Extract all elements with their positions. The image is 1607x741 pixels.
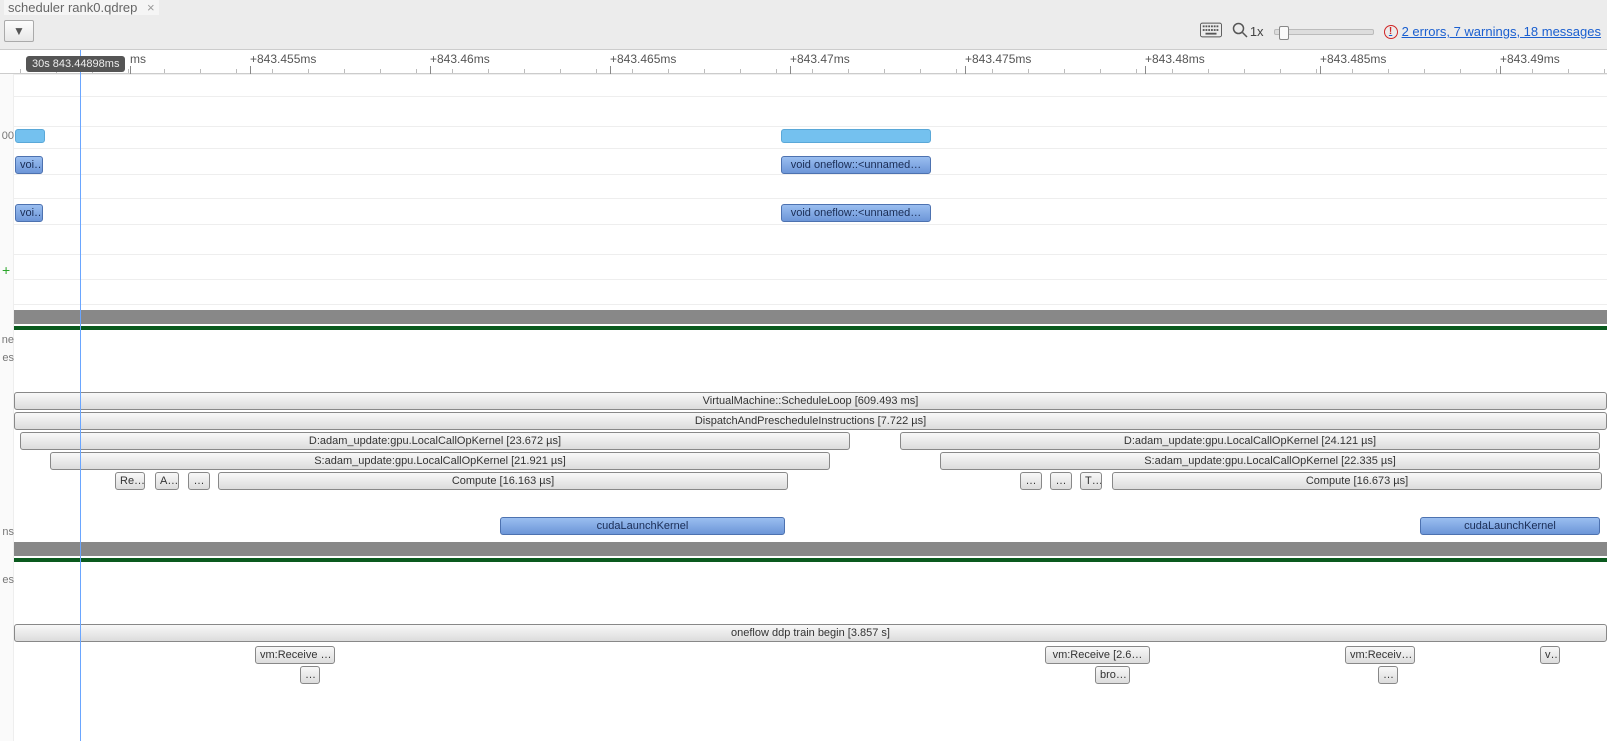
event-block[interactable] <box>781 129 931 143</box>
track-separator <box>14 310 1607 324</box>
event-block[interactable]: … <box>300 666 320 684</box>
zoom-slider-thumb[interactable] <box>1279 26 1289 40</box>
ruler-tick: +843.47ms <box>790 50 850 74</box>
event-block[interactable]: vm:Receive [2.6… <box>1045 646 1150 664</box>
ruler-tick: +843.475ms <box>965 50 1031 74</box>
event-block[interactable]: cudaLaunchKernel <box>1420 517 1600 535</box>
event-block[interactable]: Compute [16.163 µs] <box>218 472 788 490</box>
zoom-level: 1x <box>1250 24 1264 39</box>
error-icon: ! <box>1384 25 1398 39</box>
event-block[interactable]: v… <box>1540 646 1560 664</box>
time-ruler[interactable]: ms +843.455ms +843.46ms +843.465ms +843.47m… <box>0 50 1607 74</box>
event-block[interactable]: D:adam_update:gpu.LocalCallOpKernel [24.… <box>900 432 1600 450</box>
time-cursor-tooltip: 30s 843.44898ms <box>26 56 125 72</box>
event-block[interactable]: VirtualMachine::ScheduleLoop [609.493 ms… <box>14 392 1607 410</box>
event-block[interactable]: bro… <box>1095 666 1130 684</box>
event-block[interactable]: cudaLaunchKernel <box>500 517 785 535</box>
event-block[interactable]: voi… <box>15 204 43 222</box>
event-block[interactable] <box>15 129 45 143</box>
ruler-trailing-label: ms <box>130 50 146 74</box>
track-marker <box>14 326 1607 330</box>
ruler-tick: +843.46ms <box>430 50 490 74</box>
track-marker <box>14 558 1607 562</box>
document-tab[interactable]: scheduler rank0.qdrep × <box>4 0 159 15</box>
toolbar: ▼ 1x ! 2 errors, 7 warnings, 18 messages <box>0 18 1607 50</box>
time-cursor[interactable] <box>80 50 81 741</box>
row-label-gutter: 00 ne es ns es <box>0 74 14 741</box>
tab-strip: scheduler rank0.qdrep × <box>0 0 1607 18</box>
ruler-tick: +843.48ms <box>1145 50 1205 74</box>
event-block[interactable]: T… <box>1080 472 1102 490</box>
track-separator <box>14 542 1607 556</box>
zoom-slider[interactable] <box>1274 29 1374 35</box>
event-block[interactable]: vm:Receiv… <box>1345 646 1415 664</box>
event-block[interactable]: … <box>1378 666 1398 684</box>
event-block[interactable]: … <box>1020 472 1042 490</box>
tab-title: scheduler rank0.qdrep <box>8 0 137 15</box>
keyboard-icon[interactable] <box>1200 22 1222 41</box>
event-block[interactable]: … <box>1050 472 1072 490</box>
view-dropdown[interactable]: ▼ <box>4 20 34 42</box>
ruler-tick: +843.455ms <box>250 50 316 74</box>
event-block[interactable]: … <box>188 472 210 490</box>
expand-icon[interactable]: + <box>2 262 10 278</box>
event-block[interactable]: D:adam_update:gpu.LocalCallOpKernel [23.… <box>20 432 850 450</box>
zoom-group: 1x <box>1232 22 1264 41</box>
event-block[interactable]: S:adam_update:gpu.LocalCallOpKernel [22.… <box>940 452 1600 470</box>
event-block[interactable]: vm:Receive … <box>255 646 335 664</box>
event-block[interactable]: void oneflow::<unnamed… <box>781 204 931 222</box>
event-block[interactable]: oneflow ddp train begin [3.857 s] <box>14 624 1607 642</box>
timeline-body[interactable]: 00 ne es ns es + voi… void oneflow::<unn… <box>0 74 1607 741</box>
errors-warnings-link[interactable]: ! 2 errors, 7 warnings, 18 messages <box>1384 24 1601 39</box>
event-block[interactable]: S:adam_update:gpu.LocalCallOpKernel [21.… <box>50 452 830 470</box>
ruler-tick: +843.465ms <box>610 50 676 74</box>
ruler-tick: +843.485ms <box>1320 50 1386 74</box>
event-block[interactable]: DispatchAndPrescheduleInstructions [7.72… <box>14 412 1607 430</box>
event-block[interactable]: Compute [16.673 µs] <box>1112 472 1602 490</box>
event-block[interactable]: Re… <box>115 472 145 490</box>
magnifier-icon[interactable] <box>1232 22 1248 41</box>
event-block[interactable]: voi… <box>15 156 43 174</box>
event-block[interactable]: A… <box>155 472 179 490</box>
ruler-tick: +843.49ms <box>1500 50 1560 74</box>
close-icon[interactable]: × <box>147 0 155 15</box>
event-block[interactable]: void oneflow::<unnamed… <box>781 156 931 174</box>
